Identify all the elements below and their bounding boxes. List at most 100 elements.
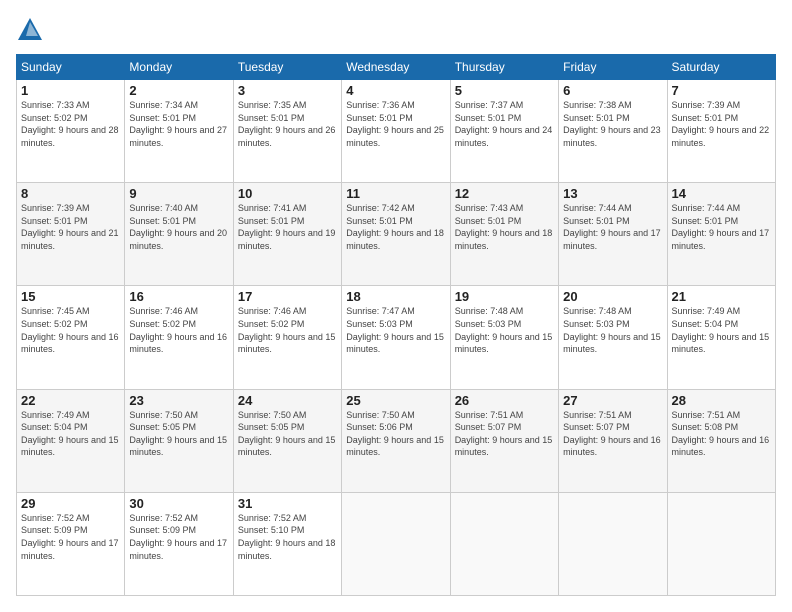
day-number: 12 (455, 186, 554, 201)
day-number: 15 (21, 289, 120, 304)
day-info: Sunrise: 7:52 AMSunset: 5:09 PMDaylight:… (129, 512, 228, 562)
calendar-week-row: 8Sunrise: 7:39 AMSunset: 5:01 PMDaylight… (17, 183, 776, 286)
calendar-cell: 4Sunrise: 7:36 AMSunset: 5:01 PMDaylight… (342, 80, 450, 183)
calendar-cell: 10Sunrise: 7:41 AMSunset: 5:01 PMDayligh… (233, 183, 341, 286)
calendar-cell (342, 492, 450, 595)
day-info: Sunrise: 7:42 AMSunset: 5:01 PMDaylight:… (346, 202, 445, 252)
calendar-cell: 22Sunrise: 7:49 AMSunset: 5:04 PMDayligh… (17, 389, 125, 492)
calendar-cell: 28Sunrise: 7:51 AMSunset: 5:08 PMDayligh… (667, 389, 775, 492)
calendar-cell: 14Sunrise: 7:44 AMSunset: 5:01 PMDayligh… (667, 183, 775, 286)
day-number: 9 (129, 186, 228, 201)
day-info: Sunrise: 7:50 AMSunset: 5:05 PMDaylight:… (238, 409, 337, 459)
calendar-cell (450, 492, 558, 595)
day-number: 17 (238, 289, 337, 304)
header (16, 16, 776, 44)
calendar-cell: 12Sunrise: 7:43 AMSunset: 5:01 PMDayligh… (450, 183, 558, 286)
day-info: Sunrise: 7:43 AMSunset: 5:01 PMDaylight:… (455, 202, 554, 252)
day-number: 10 (238, 186, 337, 201)
calendar-cell: 23Sunrise: 7:50 AMSunset: 5:05 PMDayligh… (125, 389, 233, 492)
calendar-week-row: 29Sunrise: 7:52 AMSunset: 5:09 PMDayligh… (17, 492, 776, 595)
day-number: 30 (129, 496, 228, 511)
calendar-cell: 17Sunrise: 7:46 AMSunset: 5:02 PMDayligh… (233, 286, 341, 389)
day-number: 7 (672, 83, 771, 98)
calendar: SundayMondayTuesdayWednesdayThursdayFrid… (16, 54, 776, 596)
day-number: 23 (129, 393, 228, 408)
day-number: 29 (21, 496, 120, 511)
day-number: 22 (21, 393, 120, 408)
day-number: 4 (346, 83, 445, 98)
day-info: Sunrise: 7:51 AMSunset: 5:07 PMDaylight:… (455, 409, 554, 459)
day-info: Sunrise: 7:49 AMSunset: 5:04 PMDaylight:… (672, 305, 771, 355)
calendar-cell: 7Sunrise: 7:39 AMSunset: 5:01 PMDaylight… (667, 80, 775, 183)
calendar-cell: 13Sunrise: 7:44 AMSunset: 5:01 PMDayligh… (559, 183, 667, 286)
logo-icon (16, 16, 44, 44)
day-info: Sunrise: 7:51 AMSunset: 5:07 PMDaylight:… (563, 409, 662, 459)
calendar-cell: 9Sunrise: 7:40 AMSunset: 5:01 PMDaylight… (125, 183, 233, 286)
calendar-cell: 6Sunrise: 7:38 AMSunset: 5:01 PMDaylight… (559, 80, 667, 183)
day-info: Sunrise: 7:49 AMSunset: 5:04 PMDaylight:… (21, 409, 120, 459)
day-info: Sunrise: 7:39 AMSunset: 5:01 PMDaylight:… (672, 99, 771, 149)
day-info: Sunrise: 7:41 AMSunset: 5:01 PMDaylight:… (238, 202, 337, 252)
day-number: 6 (563, 83, 662, 98)
day-info: Sunrise: 7:44 AMSunset: 5:01 PMDaylight:… (672, 202, 771, 252)
day-info: Sunrise: 7:34 AMSunset: 5:01 PMDaylight:… (129, 99, 228, 149)
day-number: 11 (346, 186, 445, 201)
day-number: 20 (563, 289, 662, 304)
calendar-day-header: Monday (125, 55, 233, 80)
day-number: 3 (238, 83, 337, 98)
day-number: 21 (672, 289, 771, 304)
day-info: Sunrise: 7:52 AMSunset: 5:09 PMDaylight:… (21, 512, 120, 562)
calendar-day-header: Tuesday (233, 55, 341, 80)
calendar-cell: 8Sunrise: 7:39 AMSunset: 5:01 PMDaylight… (17, 183, 125, 286)
calendar-cell: 19Sunrise: 7:48 AMSunset: 5:03 PMDayligh… (450, 286, 558, 389)
day-info: Sunrise: 7:45 AMSunset: 5:02 PMDaylight:… (21, 305, 120, 355)
day-number: 14 (672, 186, 771, 201)
page: SundayMondayTuesdayWednesdayThursdayFrid… (0, 0, 792, 612)
calendar-cell: 3Sunrise: 7:35 AMSunset: 5:01 PMDaylight… (233, 80, 341, 183)
day-info: Sunrise: 7:52 AMSunset: 5:10 PMDaylight:… (238, 512, 337, 562)
day-number: 28 (672, 393, 771, 408)
calendar-cell: 24Sunrise: 7:50 AMSunset: 5:05 PMDayligh… (233, 389, 341, 492)
calendar-cell: 1Sunrise: 7:33 AMSunset: 5:02 PMDaylight… (17, 80, 125, 183)
day-info: Sunrise: 7:38 AMSunset: 5:01 PMDaylight:… (563, 99, 662, 149)
calendar-day-header: Wednesday (342, 55, 450, 80)
day-info: Sunrise: 7:36 AMSunset: 5:01 PMDaylight:… (346, 99, 445, 149)
day-number: 31 (238, 496, 337, 511)
calendar-cell (559, 492, 667, 595)
calendar-day-header: Friday (559, 55, 667, 80)
calendar-cell: 25Sunrise: 7:50 AMSunset: 5:06 PMDayligh… (342, 389, 450, 492)
day-info: Sunrise: 7:47 AMSunset: 5:03 PMDaylight:… (346, 305, 445, 355)
day-number: 27 (563, 393, 662, 408)
calendar-cell: 5Sunrise: 7:37 AMSunset: 5:01 PMDaylight… (450, 80, 558, 183)
calendar-cell: 29Sunrise: 7:52 AMSunset: 5:09 PMDayligh… (17, 492, 125, 595)
day-info: Sunrise: 7:50 AMSunset: 5:05 PMDaylight:… (129, 409, 228, 459)
day-number: 26 (455, 393, 554, 408)
calendar-week-row: 22Sunrise: 7:49 AMSunset: 5:04 PMDayligh… (17, 389, 776, 492)
calendar-week-row: 15Sunrise: 7:45 AMSunset: 5:02 PMDayligh… (17, 286, 776, 389)
calendar-day-header: Sunday (17, 55, 125, 80)
calendar-cell: 30Sunrise: 7:52 AMSunset: 5:09 PMDayligh… (125, 492, 233, 595)
day-info: Sunrise: 7:46 AMSunset: 5:02 PMDaylight:… (129, 305, 228, 355)
day-info: Sunrise: 7:35 AMSunset: 5:01 PMDaylight:… (238, 99, 337, 149)
day-info: Sunrise: 7:50 AMSunset: 5:06 PMDaylight:… (346, 409, 445, 459)
calendar-day-header: Thursday (450, 55, 558, 80)
day-number: 24 (238, 393, 337, 408)
day-number: 18 (346, 289, 445, 304)
calendar-cell: 21Sunrise: 7:49 AMSunset: 5:04 PMDayligh… (667, 286, 775, 389)
day-number: 25 (346, 393, 445, 408)
day-number: 5 (455, 83, 554, 98)
day-number: 13 (563, 186, 662, 201)
day-number: 1 (21, 83, 120, 98)
day-info: Sunrise: 7:39 AMSunset: 5:01 PMDaylight:… (21, 202, 120, 252)
calendar-cell: 16Sunrise: 7:46 AMSunset: 5:02 PMDayligh… (125, 286, 233, 389)
day-info: Sunrise: 7:37 AMSunset: 5:01 PMDaylight:… (455, 99, 554, 149)
day-info: Sunrise: 7:33 AMSunset: 5:02 PMDaylight:… (21, 99, 120, 149)
day-info: Sunrise: 7:40 AMSunset: 5:01 PMDaylight:… (129, 202, 228, 252)
calendar-cell: 20Sunrise: 7:48 AMSunset: 5:03 PMDayligh… (559, 286, 667, 389)
calendar-day-header: Saturday (667, 55, 775, 80)
calendar-cell: 2Sunrise: 7:34 AMSunset: 5:01 PMDaylight… (125, 80, 233, 183)
day-info: Sunrise: 7:46 AMSunset: 5:02 PMDaylight:… (238, 305, 337, 355)
day-info: Sunrise: 7:48 AMSunset: 5:03 PMDaylight:… (563, 305, 662, 355)
calendar-cell: 26Sunrise: 7:51 AMSunset: 5:07 PMDayligh… (450, 389, 558, 492)
calendar-cell: 31Sunrise: 7:52 AMSunset: 5:10 PMDayligh… (233, 492, 341, 595)
